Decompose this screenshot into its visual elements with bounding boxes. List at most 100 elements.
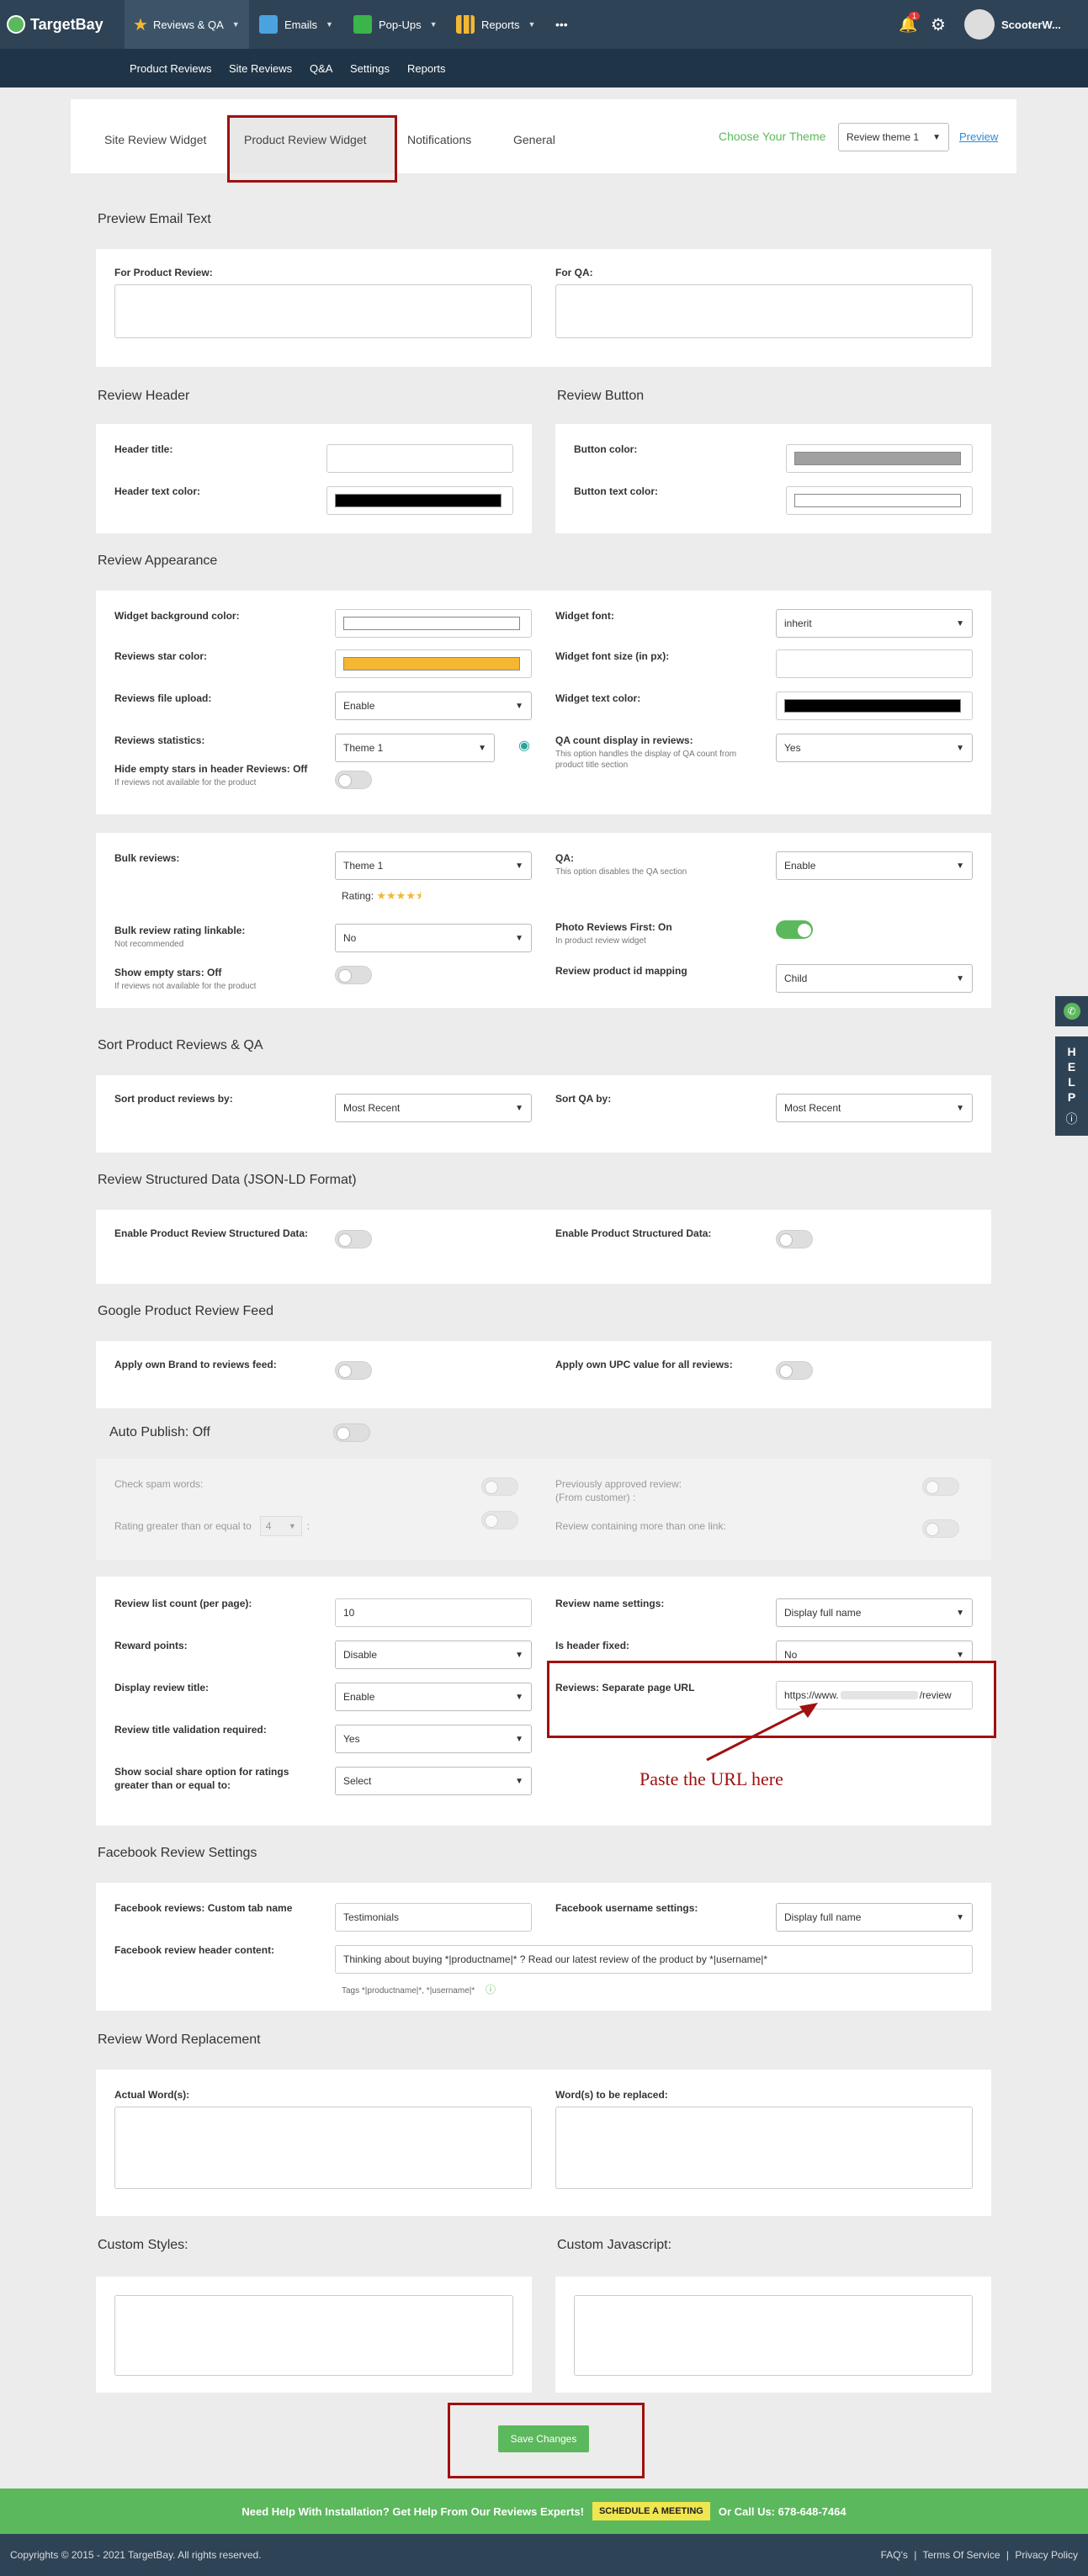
approved-toggle[interactable]: [922, 1477, 959, 1496]
sub-navbar: Product Reviews Site Reviews Q&A Setting…: [0, 49, 1088, 87]
photo-toggle[interactable]: [776, 920, 813, 939]
empty-stars-sublabel: If reviews not available for the product: [114, 982, 257, 991]
help-label: HELP: [1064, 1045, 1079, 1105]
sort-qa-select[interactable]: Most Recent ▼: [776, 1094, 973, 1122]
name-settings-label: Review name settings:: [555, 1598, 665, 1609]
product-review-textarea[interactable]: [114, 284, 532, 338]
bell-icon[interactable]: 🔔 1: [899, 0, 921, 49]
font-size-label: Widget font size (in px):: [555, 650, 670, 662]
qa-count-select[interactable]: Yes ▼: [776, 734, 973, 762]
nav-reports[interactable]: Reports ▼: [456, 0, 535, 49]
upc-toggle[interactable]: [776, 1361, 813, 1380]
hide-empty-sublabel: If reviews not available for the product: [114, 778, 257, 787]
banner-call: Or Call Us: 678-648-7464: [718, 2504, 847, 2518]
empty-stars-toggle[interactable]: [335, 966, 372, 984]
select-value: Enable: [784, 860, 816, 872]
schedule-meeting-button[interactable]: SCHEDULE A MEETING: [592, 2502, 710, 2520]
spam-toggle[interactable]: [481, 1477, 518, 1496]
nav-reviews-qa[interactable]: ★ Reviews & QA ▼: [125, 0, 249, 49]
qa-count-sublabel: This option handles the display of QA co…: [555, 750, 737, 770]
nav-popups[interactable]: Pop-Ups ▼: [353, 0, 438, 49]
text-color-input[interactable]: [776, 692, 973, 720]
header-text-color-input[interactable]: [326, 486, 513, 515]
list-count-input[interactable]: 10: [335, 1598, 532, 1627]
button-color-input[interactable]: [786, 444, 973, 473]
help-banner: Need Help With Installation? Get Help Fr…: [0, 2489, 1088, 2534]
rating-ge-toggle[interactable]: [481, 1511, 518, 1529]
actual-word-textarea[interactable]: [114, 2107, 532, 2189]
review-button-card: [555, 424, 991, 533]
more-icon[interactable]: •••: [555, 0, 568, 49]
help-circle-icon[interactable]: ⓘ: [486, 1984, 496, 1996]
mapping-select[interactable]: Child ▼: [776, 964, 973, 993]
replaced-word-textarea[interactable]: [555, 2107, 973, 2189]
custom-styles-textarea[interactable]: [114, 2295, 513, 2376]
brand-feed-toggle[interactable]: [335, 1361, 372, 1380]
widget-font-label: Widget font:: [555, 610, 614, 622]
widget-font-select[interactable]: inherit ▼: [776, 609, 973, 638]
linkable-select[interactable]: No ▼: [335, 924, 532, 952]
phone-icon[interactable]: ✆: [1055, 996, 1088, 1026]
widget-bg-input[interactable]: [335, 609, 532, 638]
gear-icon[interactable]: ⚙: [931, 0, 946, 49]
terms-link[interactable]: Terms Of Service: [922, 2549, 1000, 2561]
product-structured-toggle[interactable]: [776, 1230, 813, 1248]
google-card: [96, 1341, 991, 1408]
fb-username-label: Facebook username settings:: [555, 1902, 698, 1914]
spam-label: Check spam words:: [114, 1478, 204, 1490]
chevron-down-icon: ▼: [956, 1650, 964, 1660]
subnav-settings[interactable]: Settings: [350, 49, 390, 87]
statistics-select[interactable]: Theme 1 ▼: [335, 734, 495, 762]
more-label: •••: [555, 18, 568, 31]
fb-username-select[interactable]: Display full name ▼: [776, 1903, 973, 1932]
save-button[interactable]: Save Changes: [498, 2425, 589, 2452]
auto-publish-toggle[interactable]: [333, 1423, 370, 1442]
preview-link[interactable]: Preview: [959, 130, 998, 143]
sort-reviews-select[interactable]: Most Recent ▼: [335, 1094, 532, 1122]
name-settings-select[interactable]: Display full name ▼: [776, 1598, 973, 1627]
annotation-arrow: [706, 1703, 818, 1762]
nav-label: Pop-Ups: [379, 18, 422, 31]
select-value: Enable: [343, 700, 375, 712]
header-text-color-label: Header text color:: [114, 485, 201, 497]
theme-select[interactable]: Review theme 1 ▼: [838, 123, 949, 151]
tab-general[interactable]: General: [513, 133, 555, 146]
social-select[interactable]: Select ▼: [335, 1767, 532, 1795]
custom-js-textarea[interactable]: [574, 2295, 973, 2376]
fb-tab-input[interactable]: Testimonials: [335, 1903, 532, 1932]
rating-ge-select[interactable]: 4 ▼: [259, 1516, 302, 1536]
help-tab[interactable]: HELP ⓘ: [1055, 1036, 1088, 1136]
reward-select[interactable]: Disable ▼: [335, 1640, 532, 1669]
nav-emails[interactable]: Emails ▼: [259, 0, 333, 49]
tab-site-review-widget[interactable]: Site Review Widget: [104, 133, 206, 146]
chevron-down-icon: ▼: [956, 743, 964, 753]
fb-tab-label: Facebook reviews: Custom tab name: [114, 1902, 293, 1914]
fb-header-input[interactable]: Thinking about buying *|productname|* ? …: [335, 1945, 973, 1974]
subnav-site-reviews[interactable]: Site Reviews: [229, 49, 292, 87]
eye-icon[interactable]: ◉: [518, 737, 530, 754]
qa-textarea[interactable]: [555, 284, 973, 338]
hide-empty-toggle[interactable]: [335, 771, 372, 789]
header-title-input[interactable]: [326, 444, 513, 473]
display-title-select[interactable]: Enable ▼: [335, 1683, 532, 1711]
section-title: Review Appearance: [98, 554, 218, 568]
qa-select[interactable]: Enable ▼: [776, 851, 973, 880]
links-toggle[interactable]: [922, 1519, 959, 1538]
bulk-select[interactable]: Theme 1 ▼: [335, 851, 532, 880]
subnav-qa[interactable]: Q&A: [310, 49, 332, 87]
tab-notifications[interactable]: Notifications: [407, 133, 471, 146]
user-menu[interactable]: ScooterW...: [964, 0, 1061, 49]
privacy-link[interactable]: Privacy Policy: [1015, 2549, 1078, 2561]
file-upload-select[interactable]: Enable ▼: [335, 692, 532, 720]
subnav-reports[interactable]: Reports: [407, 49, 446, 87]
font-size-input[interactable]: [776, 649, 973, 678]
star-color-input[interactable]: [335, 649, 532, 678]
faq-link[interactable]: FAQ's: [881, 2549, 908, 2561]
button-text-color-label: Button text color:: [574, 485, 658, 497]
button-text-color-input[interactable]: [786, 486, 973, 515]
subnav-product-reviews[interactable]: Product Reviews: [130, 49, 212, 87]
product-review-structured-toggle[interactable]: [335, 1230, 372, 1248]
validation-select[interactable]: Yes ▼: [335, 1725, 532, 1753]
color-swatch: [343, 617, 520, 630]
logo[interactable]: TargetBay: [7, 0, 103, 49]
